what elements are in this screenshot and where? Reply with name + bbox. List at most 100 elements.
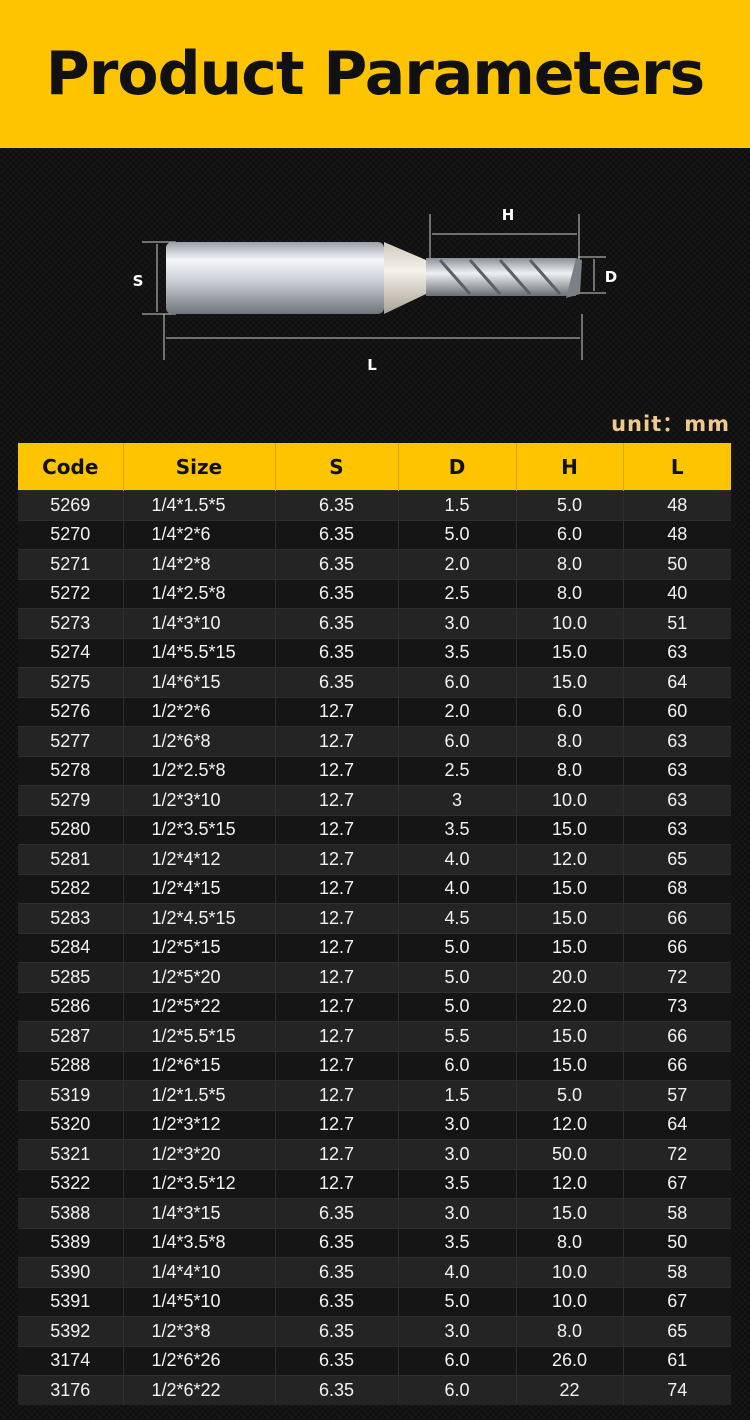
cell-d: 2.5 bbox=[397, 578, 516, 609]
cell-s: 12.7 bbox=[274, 1139, 398, 1169]
table-row: 5287 1/2*5.5*15 12.7 5.5 15.0 66 bbox=[18, 1021, 731, 1051]
table-row: 5273 1/4*3*10 6.35 3.0 10.0 51 bbox=[18, 608, 731, 638]
table-header-row: Code Size S D H L bbox=[18, 443, 731, 491]
cell-size: 1/4*3*10 bbox=[122, 608, 275, 638]
table-row: 5286 1/2*5*22 12.7 5.0 22.0 73 bbox=[18, 991, 731, 1022]
cell-d: 3.5 bbox=[397, 1227, 516, 1258]
cell-s: 6.35 bbox=[274, 490, 398, 520]
cell-h: 5.0 bbox=[515, 1080, 623, 1110]
cell-l: 66 bbox=[622, 903, 731, 933]
cell-d: 4.0 bbox=[397, 844, 516, 874]
cell-code: 5390 bbox=[18, 1257, 123, 1287]
cell-l: 64 bbox=[622, 667, 731, 697]
cell-h: 15.0 bbox=[515, 873, 623, 904]
header-banner: Product Parameters bbox=[0, 0, 750, 148]
table-row: 5281 1/2*4*12 12.7 4.0 12.0 65 bbox=[18, 844, 731, 874]
cell-h: 5.0 bbox=[515, 490, 623, 520]
table-row: 5278 1/2*2.5*8 12.7 2.5 8.0 63 bbox=[18, 755, 731, 786]
cell-h: 15.0 bbox=[515, 1021, 623, 1051]
cell-d: 3.0 bbox=[397, 1139, 516, 1169]
cell-d: 3.5 bbox=[397, 1168, 516, 1199]
cell-s: 6.35 bbox=[274, 608, 398, 638]
table-row: 5390 1/4*4*10 6.35 4.0 10.0 58 bbox=[18, 1257, 731, 1287]
cell-h: 22.0 bbox=[515, 991, 623, 1022]
parameters-table: Code Size S D H L 5269 1/4*1.5*5 6.35 1.5 5.0 48 52… bbox=[18, 443, 731, 1405]
column-header-size: Size bbox=[122, 443, 275, 491]
cell-size: 1/2*1.5*5 bbox=[122, 1080, 275, 1110]
table-row: 5285 1/2*5*20 12.7 5.0 20.0 72 bbox=[18, 962, 731, 992]
cell-l: 60 bbox=[622, 696, 731, 727]
cell-d: 5.0 bbox=[397, 991, 516, 1022]
table-row: 5280 1/2*3.5*15 12.7 3.5 15.0 63 bbox=[18, 814, 731, 845]
cell-size: 1/2*3*20 bbox=[122, 1139, 275, 1169]
cell-code: 5270 bbox=[18, 519, 123, 550]
cell-s: 12.7 bbox=[274, 1021, 398, 1051]
cell-l: 48 bbox=[622, 490, 731, 520]
cell-s: 6.35 bbox=[274, 1198, 398, 1228]
cell-s: 12.7 bbox=[274, 932, 398, 963]
cell-s: 12.7 bbox=[274, 1080, 398, 1110]
cell-l: 68 bbox=[622, 873, 731, 904]
cell-size: 1/2*5.5*15 bbox=[122, 1021, 275, 1051]
cell-size: 1/2*5*15 bbox=[122, 932, 275, 963]
table-row: 5270 1/4*2*6 6.35 5.0 6.0 48 bbox=[18, 519, 731, 550]
cell-l: 66 bbox=[622, 932, 731, 963]
cell-code: 5321 bbox=[18, 1139, 123, 1169]
table-row: 5272 1/4*2.5*8 6.35 2.5 8.0 40 bbox=[18, 578, 731, 609]
table-row: 5274 1/4*5.5*15 6.35 3.5 15.0 63 bbox=[18, 637, 731, 668]
cell-d: 6.0 bbox=[397, 726, 516, 756]
cell-code: 5276 bbox=[18, 696, 123, 727]
cell-h: 12.0 bbox=[515, 1168, 623, 1199]
cell-l: 63 bbox=[622, 637, 731, 668]
table-row: 5389 1/4*3.5*8 6.35 3.5 8.0 50 bbox=[18, 1227, 731, 1258]
cell-d: 4.0 bbox=[397, 873, 516, 904]
cell-s: 12.7 bbox=[274, 726, 398, 756]
cell-size: 1/4*2*8 bbox=[122, 549, 275, 579]
cell-s: 12.7 bbox=[274, 1168, 398, 1199]
cell-l: 40 bbox=[622, 578, 731, 609]
cell-s: 12.7 bbox=[274, 962, 398, 992]
cell-l: 51 bbox=[622, 608, 731, 638]
table-row: 5319 1/2*1.5*5 12.7 1.5 5.0 57 bbox=[18, 1080, 731, 1110]
cell-size: 1/2*3*10 bbox=[122, 785, 275, 815]
cell-size: 1/4*3*15 bbox=[122, 1198, 275, 1228]
cell-l: 65 bbox=[622, 844, 731, 874]
cell-s: 6.35 bbox=[274, 667, 398, 697]
cell-d: 5.0 bbox=[397, 1286, 516, 1317]
cell-d: 6.0 bbox=[397, 1050, 516, 1081]
cell-l: 72 bbox=[622, 962, 731, 992]
cell-code: 3176 bbox=[18, 1375, 123, 1405]
cell-l: 63 bbox=[622, 755, 731, 786]
cell-size: 1/4*6*15 bbox=[122, 667, 275, 697]
cell-size: 1/4*2*6 bbox=[122, 519, 275, 550]
table-row: 5276 1/2*2*6 12.7 2.0 6.0 60 bbox=[18, 696, 731, 727]
cell-code: 5286 bbox=[18, 991, 123, 1022]
cell-d: 1.5 bbox=[397, 1080, 516, 1110]
cell-h: 22 bbox=[515, 1375, 623, 1405]
cell-l: 63 bbox=[622, 726, 731, 756]
cell-size: 1/2*6*8 bbox=[122, 726, 275, 756]
cell-h: 12.0 bbox=[515, 1109, 623, 1140]
cell-d: 5.0 bbox=[397, 932, 516, 963]
cell-d: 1.5 bbox=[397, 490, 516, 520]
table-row: 5320 1/2*3*12 12.7 3.0 12.0 64 bbox=[18, 1109, 731, 1140]
cell-s: 12.7 bbox=[274, 785, 398, 815]
cell-code: 5281 bbox=[18, 844, 123, 874]
cell-size: 1/2*2*6 bbox=[122, 696, 275, 727]
cell-code: 5283 bbox=[18, 903, 123, 933]
cell-code: 5287 bbox=[18, 1021, 123, 1051]
cell-size: 1/2*6*22 bbox=[122, 1375, 275, 1405]
cell-s: 6.35 bbox=[274, 1375, 398, 1405]
cell-code: 5389 bbox=[18, 1227, 123, 1258]
cell-s: 12.7 bbox=[274, 903, 398, 933]
cell-l: 61 bbox=[622, 1345, 731, 1376]
cell-size: 1/4*1.5*5 bbox=[122, 490, 275, 520]
table-row: 5288 1/2*6*15 12.7 6.0 15.0 66 bbox=[18, 1050, 731, 1081]
cell-size: 1/4*2.5*8 bbox=[122, 578, 275, 609]
cell-l: 63 bbox=[622, 814, 731, 845]
cell-code: 5274 bbox=[18, 637, 123, 668]
table-row: 5277 1/2*6*8 12.7 6.0 8.0 63 bbox=[18, 726, 731, 756]
cell-s: 12.7 bbox=[274, 1050, 398, 1081]
cell-code: 5278 bbox=[18, 755, 123, 786]
column-header-l: L bbox=[622, 443, 731, 491]
